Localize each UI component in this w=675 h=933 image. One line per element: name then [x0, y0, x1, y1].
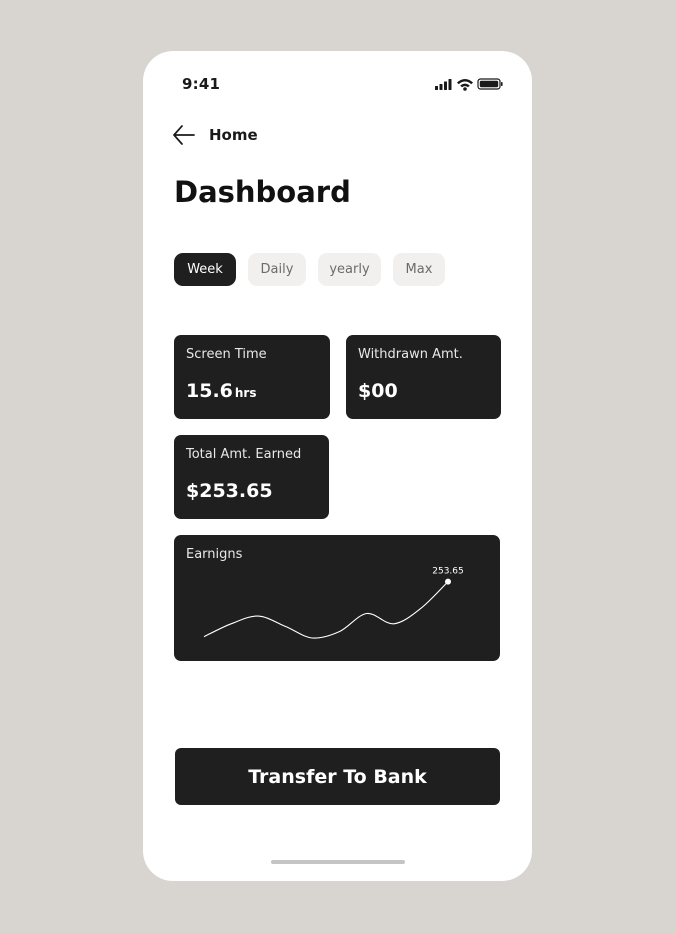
- tab-week[interactable]: Week: [174, 253, 236, 286]
- earnings-chart: 253.65: [203, 567, 464, 639]
- tab-max[interactable]: Max: [393, 253, 445, 286]
- total-earned-label: Total Amt. Earned: [186, 447, 302, 462]
- back-button[interactable]: Home: [172, 123, 258, 147]
- screen-time-number: 15.6: [186, 380, 233, 402]
- withdrawn-card: Withdrawn Amt. $00: [346, 335, 501, 419]
- earnings-line: [203, 581, 449, 639]
- screen-time-card: Screen Time 15.6 hrs: [174, 335, 330, 419]
- transfer-to-bank-button[interactable]: Transfer To Bank: [175, 748, 500, 805]
- earnings-last-value-label: 253.65: [432, 567, 464, 577]
- screen-time-value: 15.6 hrs: [186, 380, 257, 402]
- earnings-card: Earnigns 253.65: [174, 535, 500, 661]
- withdrawn-label: Withdrawn Amt.: [358, 347, 463, 362]
- total-earned-card: Total Amt. Earned $253.65: [174, 435, 329, 519]
- home-indicator: [271, 860, 405, 864]
- page-title: Dashboard: [174, 175, 351, 209]
- phone-frame: 9:41 Home Dashboard Week Daily yearly Ma…: [143, 51, 532, 881]
- earnings-last-point: [445, 578, 451, 585]
- wifi-icon: [457, 79, 473, 91]
- arrow-left-icon: [173, 125, 195, 145]
- status-time: 9:41: [182, 75, 221, 93]
- signal-icon: [435, 79, 452, 90]
- screen-time-label: Screen Time: [186, 347, 267, 362]
- screen-time-unit: hrs: [234, 386, 257, 400]
- tab-yearly[interactable]: yearly: [318, 253, 381, 286]
- total-earned-value: $253.65: [186, 480, 273, 502]
- back-label: Home: [209, 126, 258, 144]
- status-icons: [435, 78, 503, 91]
- tab-daily[interactable]: Daily: [248, 253, 306, 286]
- battery-icon: [477, 78, 503, 90]
- withdrawn-value: $00: [358, 380, 398, 402]
